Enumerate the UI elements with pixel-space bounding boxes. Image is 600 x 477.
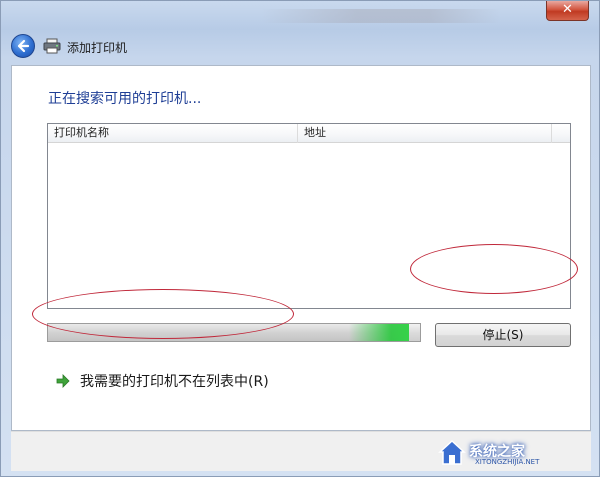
close-button[interactable]: ✕	[546, 1, 589, 21]
printer-list[interactable]: 打印机名称 地址	[47, 123, 571, 309]
column-header-filler	[552, 124, 570, 143]
back-arrow-icon	[17, 39, 30, 53]
watermark-logo: 系统之家 XITONGZHIJIA.NET	[435, 437, 585, 467]
dialog-content: 正在搜索可用的打印机... 打印机名称 地址 停止(S) 我需要的打印机不在列表…	[11, 65, 591, 431]
column-header-address[interactable]: 地址	[298, 124, 552, 143]
navigation-bar: 添加打印机	[7, 29, 587, 63]
page-heading: 正在搜索可用的打印机...	[48, 91, 202, 107]
stop-button[interactable]: 停止(S)	[435, 323, 571, 347]
title-bar-reflection	[261, 9, 501, 23]
progress-glow	[348, 324, 409, 341]
search-progress-bar	[47, 323, 421, 342]
close-icon: ✕	[562, 2, 573, 17]
green-arrow-icon	[56, 374, 70, 388]
window-title: 添加打印机	[67, 41, 128, 55]
watermark-subtext: XITONGZHIJIA.NET	[475, 458, 540, 466]
dialog-window: ✕ 添加打印机 正在搜索可用的打印机... 打印机名称 地址 停止(S) 我需要…	[0, 0, 600, 477]
printer-icon	[43, 38, 61, 54]
column-header-printer-name[interactable]: 打印机名称	[48, 124, 298, 143]
back-button[interactable]	[11, 34, 35, 58]
list-header: 打印机名称 地址	[48, 124, 570, 143]
progress-fill	[48, 324, 409, 341]
printer-not-listed-label: 我需要的打印机不在列表中(R)	[80, 374, 269, 390]
house-logo-icon	[438, 439, 466, 465]
